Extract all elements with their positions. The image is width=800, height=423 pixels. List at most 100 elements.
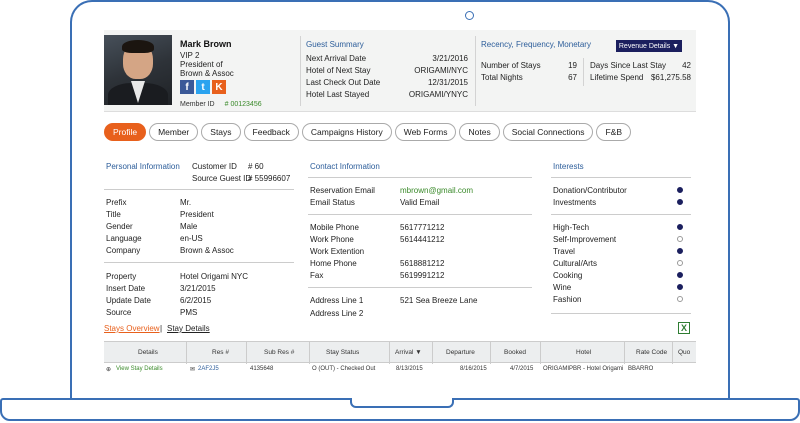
source-guest-id-label: Source Guest ID	[192, 174, 252, 183]
mobile-phone-value: 5617771212	[400, 223, 445, 232]
tab-web-forms[interactable]: Web Forms	[394, 123, 457, 141]
member-id: Member ID # 00123456	[180, 101, 262, 108]
tab-fb[interactable]: F&B	[596, 123, 631, 141]
language-label: Language	[106, 234, 142, 243]
column-header[interactable]: Hotel	[576, 349, 591, 356]
contact-info-title: Contact Information	[310, 162, 380, 171]
divider	[308, 177, 532, 178]
insert-date-label: Insert Date	[106, 284, 146, 293]
column-header[interactable]: Rate Code	[636, 349, 667, 356]
member-id-value: # 00123456	[224, 101, 262, 108]
envelope-icon: ✉	[190, 367, 196, 373]
rfm-value: $61,275.58	[650, 73, 691, 82]
update-date-value: 6/2/2015	[180, 296, 212, 305]
interest-indicator[interactable]	[677, 260, 683, 266]
column-header[interactable]: Res #	[212, 349, 229, 356]
divider	[551, 177, 691, 178]
facebook-icon[interactable]: f	[180, 80, 194, 94]
summary-value: 12/31/2015	[427, 78, 468, 87]
guest-profile-screen: Mark Brown VIP 2 President of Brown & As…	[104, 30, 696, 375]
interest-indicator[interactable]	[677, 248, 683, 254]
interest-indicator[interactable]	[677, 236, 683, 242]
rfm-title: Recency, Frequency, Monetary	[481, 40, 591, 49]
member-id-label: Member ID	[180, 101, 215, 108]
interest-label: Fashion	[553, 295, 582, 304]
column-header[interactable]: Sub Res #	[264, 349, 294, 356]
interest-label: Wine	[553, 283, 572, 292]
source-guest-id-value: # 55996607	[248, 174, 291, 183]
insert-date-value: 3/21/2015	[180, 284, 216, 293]
property-label: Property	[106, 272, 137, 281]
summary-value: ORIGAMI/YNYC	[408, 90, 468, 99]
tab-campaigns-history[interactable]: Campaigns History	[301, 123, 392, 141]
stays-overview-link[interactable]: Stays Overview	[104, 324, 160, 333]
column-header[interactable]: Details	[138, 349, 158, 356]
interests-title: Interests	[553, 162, 584, 171]
stay-details-link[interactable]: Stay Details	[167, 324, 210, 333]
interest-label: Self-Improvement	[553, 235, 617, 244]
tab-social-connections[interactable]: Social Connections	[502, 123, 594, 141]
column-header[interactable]: Arrival ▼	[395, 349, 422, 356]
company-label: Company	[106, 246, 141, 255]
interest-indicator[interactable]	[677, 187, 683, 193]
address-line2-label: Address Line 2	[310, 309, 364, 318]
divider	[583, 58, 584, 86]
summary-value: 3/21/2016	[432, 54, 468, 63]
rfm-value: 19	[568, 61, 577, 70]
guest-photo	[104, 35, 172, 105]
table-row[interactable]: ⊕ View Stay Details ✉ 2AF2J5 4135648 O (…	[104, 363, 696, 375]
view-stay-details-link[interactable]: View Stay Details	[116, 366, 163, 372]
excel-export-icon[interactable]: X	[678, 322, 690, 334]
summary-label: Last Check Out Date	[306, 78, 381, 87]
divider	[300, 36, 301, 106]
guest-title-line1: President of	[180, 60, 223, 69]
tab-feedback[interactable]: Feedback	[243, 123, 299, 141]
title-label: Title	[106, 210, 121, 219]
source-label: Source	[106, 308, 132, 317]
klout-icon[interactable]: K	[212, 80, 226, 94]
profile-tabs: Profile Member Stays Feedback Campaigns …	[104, 123, 631, 141]
laptop-base	[0, 398, 800, 421]
fax-value: 5619991212	[400, 271, 445, 280]
revenue-details-button[interactable]: Revenue Details ▼	[616, 40, 682, 52]
reservation-email-value[interactable]: mbrown@gmail.com	[400, 186, 473, 195]
link-separator: |	[160, 324, 163, 333]
property-value: Hotel Origami NYC	[180, 272, 249, 281]
interest-indicator[interactable]	[677, 199, 683, 205]
arrival-date: 8/13/2015	[396, 366, 423, 372]
interest-indicator[interactable]	[677, 284, 683, 290]
twitter-icon[interactable]: t	[196, 80, 210, 94]
interest-indicator[interactable]	[677, 272, 683, 278]
stays-table-header: Details Res # Sub Res # Stay Status Arri…	[104, 341, 696, 364]
customer-id-label: Customer ID	[192, 162, 237, 171]
expand-icon[interactable]: ⊕	[106, 366, 111, 373]
guest-header: Mark Brown VIP 2 President of Brown & As…	[104, 30, 696, 112]
social-icons: f t K	[180, 80, 226, 94]
tab-notes[interactable]: Notes	[459, 123, 500, 141]
stay-status: O (OUT) - Checked Out	[312, 366, 376, 372]
divider	[308, 287, 532, 288]
home-phone-label: Home Phone	[310, 259, 357, 268]
rfm-label: Lifetime Spend	[590, 73, 644, 82]
interest-indicator[interactable]	[677, 224, 683, 230]
tab-stays[interactable]: Stays	[201, 123, 241, 141]
interest-indicator[interactable]	[677, 296, 683, 302]
column-header[interactable]: Booked	[504, 349, 526, 356]
divider	[104, 189, 294, 190]
column-header[interactable]: Departure	[446, 349, 475, 356]
update-date-label: Update Date	[106, 296, 151, 305]
work-phone-value: 5614441212	[400, 235, 445, 244]
interest-label: Donation/Contributor	[553, 186, 627, 195]
res-number[interactable]: 2AF2J5	[198, 366, 219, 372]
camera-icon	[465, 11, 474, 20]
guest-name: Mark Brown	[180, 39, 232, 49]
tab-profile[interactable]: Profile	[104, 123, 147, 141]
interest-label: Cooking	[553, 271, 583, 280]
tab-member[interactable]: Member	[149, 123, 199, 141]
column-header[interactable]: Stay Status	[326, 349, 359, 356]
column-header[interactable]: Quo	[678, 349, 690, 356]
work-phone-label: Work Phone	[310, 235, 354, 244]
rate-code: BBARRO	[628, 366, 654, 372]
divider	[308, 214, 532, 215]
interest-label: Cultural/Arts	[553, 259, 598, 268]
